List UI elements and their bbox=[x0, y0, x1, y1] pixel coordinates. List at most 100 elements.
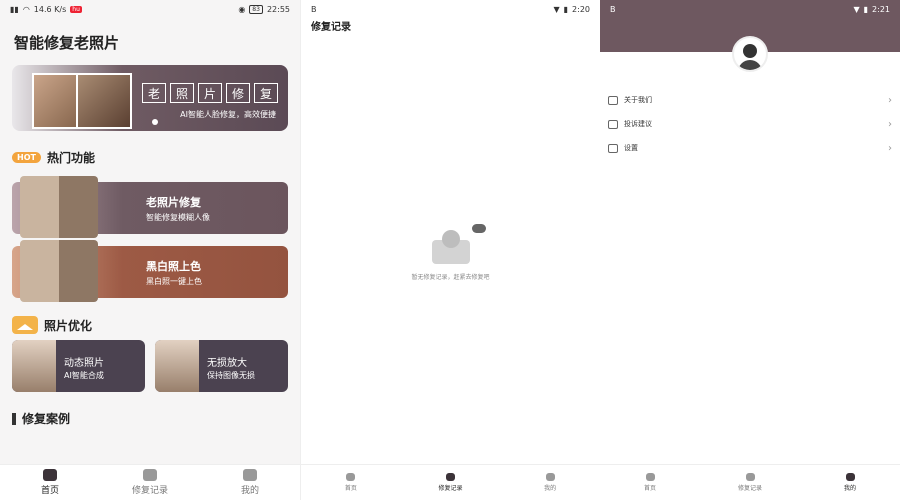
user-icon bbox=[845, 473, 855, 481]
feature-title: 黑白照上色 bbox=[146, 260, 201, 273]
status-bar: ▮▮ ◠ 14.6 K/s hu ◉ 83 22:55 bbox=[0, 0, 300, 18]
app-chip: hu bbox=[70, 5, 82, 13]
empty-state: 暂无修复记录，赶紧去修复吧 bbox=[301, 224, 600, 281]
portrait-image bbox=[12, 340, 56, 392]
settings-menu: 关于我们 › 投诉建议 › 设置 › bbox=[600, 88, 900, 160]
upscale-card[interactable]: 无损放大 保持图像无损 bbox=[155, 340, 288, 392]
menu-settings[interactable]: 设置 › bbox=[600, 136, 900, 160]
card-subtitle: 保持图像无损 bbox=[207, 371, 255, 380]
menu-label: 投诉建议 bbox=[624, 120, 652, 128]
hot-badge: HOT bbox=[12, 152, 41, 163]
home-icon bbox=[645, 473, 655, 481]
home-screen: ▮▮ ◠ 14.6 K/s hu ◉ 83 22:55 智能修复老照片 老 照 … bbox=[0, 0, 300, 500]
banner-tile: 照 bbox=[170, 83, 194, 103]
wifi-icon: ▼ bbox=[853, 4, 860, 14]
nav-label: 我的 bbox=[843, 485, 856, 492]
nav-label: 首页 bbox=[643, 485, 656, 492]
banner-tile: 片 bbox=[198, 83, 222, 103]
banner-tile: 修 bbox=[226, 83, 250, 103]
nav-home[interactable]: 首页 bbox=[301, 465, 401, 500]
section-title: 照片优化 bbox=[44, 318, 93, 333]
promo-banner[interactable]: 老 照 片 修 复 AI智能人脸修复，高效便捷 bbox=[12, 65, 288, 131]
wifi-icon: ▼ bbox=[553, 4, 560, 14]
status-bar: B ▼ ▮ 2:20 bbox=[301, 0, 600, 18]
menu-label: 关于我们 bbox=[624, 96, 652, 104]
clock: 2:20 bbox=[572, 4, 590, 14]
menu-label: 设置 bbox=[624, 144, 638, 152]
dynamic-photo-card[interactable]: 动态照片 AI智能合成 bbox=[12, 340, 145, 392]
menu-feedback[interactable]: 投诉建议 › bbox=[600, 112, 900, 136]
nav-label: 我的 bbox=[544, 485, 557, 492]
user-icon bbox=[243, 469, 257, 481]
carousel-dot[interactable] bbox=[152, 119, 158, 125]
feature-subtitle: 智能修复模糊人像 bbox=[146, 213, 210, 222]
nav-mine[interactable]: 我的 bbox=[500, 465, 600, 500]
feature-title: 老照片修复 bbox=[146, 196, 201, 209]
home-icon bbox=[43, 469, 57, 481]
optimize-cards: 动态照片 AI智能合成 无损放大 保持图像无损 bbox=[0, 340, 300, 392]
chevron-right-icon: › bbox=[888, 142, 892, 154]
home-icon bbox=[346, 473, 356, 481]
clock: 2:21 bbox=[872, 4, 890, 14]
wifi-icon: ◠ bbox=[22, 4, 30, 14]
user-icon bbox=[545, 473, 555, 481]
hot-section-header: HOT 热门功能 bbox=[0, 131, 300, 172]
nav-label: 修复记录 bbox=[737, 485, 762, 492]
chevron-right-icon: › bbox=[888, 118, 892, 130]
nav-label: 修复记录 bbox=[131, 486, 168, 496]
avatar[interactable] bbox=[732, 36, 768, 72]
nav-label: 修复记录 bbox=[438, 485, 463, 492]
portrait-image bbox=[155, 340, 199, 392]
card-subtitle: AI智能合成 bbox=[64, 371, 104, 380]
nav-label: 我的 bbox=[240, 486, 259, 496]
battery-icon: ▮ bbox=[563, 4, 569, 14]
portrait-image bbox=[20, 176, 98, 238]
menu-about-us[interactable]: 关于我们 › bbox=[600, 88, 900, 112]
old-photo-repair-card[interactable]: 老照片修复 智能修复模糊人像 bbox=[12, 176, 288, 238]
feature-subtitle: 黑白照一键上色 bbox=[146, 277, 202, 286]
screens-container: ▮▮ ◠ 14.6 K/s hu ◉ 83 22:55 智能修复老照片 老 照 … bbox=[0, 0, 900, 500]
battery-indicator: 83 bbox=[249, 4, 263, 14]
signal-icon: ▮▮ bbox=[10, 4, 19, 14]
page-title: 修复记录 bbox=[311, 22, 351, 33]
nav-records[interactable]: 修复记录 bbox=[401, 465, 501, 500]
empty-box-icon bbox=[428, 224, 486, 268]
portrait-image bbox=[20, 240, 98, 302]
status-app-icon: B bbox=[311, 4, 317, 14]
gear-icon bbox=[608, 143, 618, 153]
status-app-icon: B bbox=[610, 4, 616, 14]
card-title: 无损放大 bbox=[207, 358, 247, 369]
chevron-right-icon: › bbox=[888, 94, 892, 106]
photo-icon bbox=[12, 316, 38, 334]
network-speed: 14.6 K/s bbox=[33, 4, 67, 14]
nav-records[interactable]: 修复记录 bbox=[100, 465, 200, 500]
nav-label: 首页 bbox=[40, 486, 59, 496]
photo-optimize-header: 照片优化 bbox=[0, 298, 300, 340]
nav-home[interactable]: 首页 bbox=[0, 465, 100, 500]
nav-home[interactable]: 首页 bbox=[600, 465, 700, 500]
eye-icon: ◉ bbox=[238, 4, 246, 14]
bottom-nav: 首页 修复记录 我的 bbox=[301, 464, 600, 500]
bottom-nav: 首页 修复记录 我的 bbox=[600, 464, 900, 500]
nav-mine[interactable]: 我的 bbox=[800, 465, 900, 500]
section-title: 热门功能 bbox=[46, 151, 95, 165]
banner-tile: 老 bbox=[142, 83, 166, 103]
empty-text: 暂无修复记录，赶紧去修复吧 bbox=[411, 274, 490, 281]
mine-screen: B ▼ ▮ 2:21 关于我们 › 投诉建议 › 设置 › 首页 修复记录 我的 bbox=[600, 0, 900, 500]
nav-label: 首页 bbox=[344, 485, 357, 492]
bottom-nav: 首页 修复记录 我的 bbox=[0, 464, 300, 500]
banner-title-tiles: 老 照 片 修 复 bbox=[142, 83, 278, 103]
records-screen: B ▼ ▮ 2:20 修复记录 暂无修复记录，赶紧去修复吧 首页 修复记录 我的 bbox=[300, 0, 600, 500]
banner-photo bbox=[76, 73, 132, 129]
battery-icon: ▮ bbox=[863, 4, 869, 14]
nav-records[interactable]: 修复记录 bbox=[700, 465, 800, 500]
clock: 22:55 bbox=[266, 4, 290, 14]
banner-tile: 复 bbox=[254, 83, 278, 103]
status-bar: B ▼ ▮ 2:21 bbox=[600, 0, 900, 18]
records-icon bbox=[446, 473, 455, 481]
records-icon bbox=[143, 469, 157, 481]
colorize-card[interactable]: 黑白照上色 黑白照一键上色 bbox=[12, 240, 288, 302]
card-title: 动态照片 bbox=[64, 358, 104, 369]
section-title: 修复案例 bbox=[22, 412, 71, 426]
nav-mine[interactable]: 我的 bbox=[200, 465, 300, 500]
